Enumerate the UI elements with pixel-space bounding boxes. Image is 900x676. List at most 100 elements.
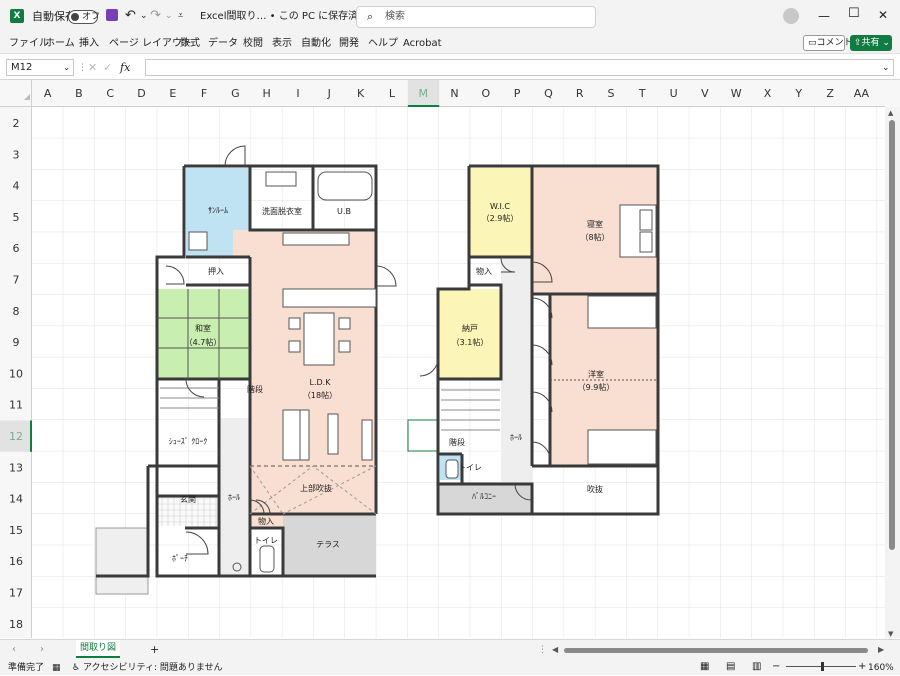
column-header-D[interactable]: D xyxy=(137,87,145,100)
row-header-15[interactable]: 15 xyxy=(9,524,23,537)
tab-acrobat[interactable]: Acrobat xyxy=(403,36,442,52)
maximize-icon[interactable]: ☐ xyxy=(848,6,860,22)
row-header-14[interactable]: 14 xyxy=(9,493,23,506)
zoom-slider[interactable] xyxy=(786,662,856,671)
close-icon[interactable]: ✕ xyxy=(878,7,888,23)
row-header-5[interactable]: 5 xyxy=(13,211,20,224)
column-header-O[interactable]: O xyxy=(481,87,490,100)
column-header-C[interactable]: C xyxy=(106,87,114,100)
column-header-B[interactable]: B xyxy=(75,87,83,100)
column-header-AA[interactable]: AA xyxy=(854,87,870,100)
row-header-6[interactable]: 6 xyxy=(13,242,20,255)
tab-formulas[interactable]: 数式 xyxy=(180,36,200,52)
search-box[interactable]: ⌕ 検索 xyxy=(356,6,596,28)
redo-icon[interactable]: ↷ xyxy=(150,8,161,24)
column-header-S[interactable]: S xyxy=(608,87,615,100)
column-header-F[interactable]: F xyxy=(201,87,207,100)
worksheet-grid[interactable]: ABCDEFGHIJKLMNOPQRSTUVWXYZAA 23456789101… xyxy=(0,80,900,638)
toilet2-fixture xyxy=(445,459,459,479)
row-header-11[interactable]: 11 xyxy=(9,399,23,412)
name-box[interactable]: M12 ⌄ xyxy=(6,59,74,76)
save-icon[interactable] xyxy=(106,9,118,21)
formula-input[interactable] xyxy=(145,59,894,76)
zoom-slider-thumb[interactable] xyxy=(821,662,824,671)
accessibility-status[interactable]: ♿ アクセシビリティ: 問題ありません xyxy=(72,660,223,676)
row-header-3[interactable]: 3 xyxy=(13,148,20,161)
row-header-17[interactable]: 17 xyxy=(9,587,23,600)
scroll-left-icon[interactable]: ◀ xyxy=(552,642,558,658)
enter-icon[interactable]: ✓ xyxy=(103,60,112,76)
column-header-K[interactable]: K xyxy=(357,87,365,100)
room-label-entrance: 玄関 xyxy=(180,494,196,504)
tab-automate[interactable]: 自動化 xyxy=(301,36,331,52)
column-header-J[interactable]: J xyxy=(327,87,331,100)
undo-icon[interactable]: ↶ xyxy=(125,8,136,24)
column-header-A[interactable]: A xyxy=(44,87,52,100)
column-header-L[interactable]: L xyxy=(389,87,396,100)
tab-developer[interactable]: 開発 xyxy=(339,36,359,52)
vertical-scroll-thumb[interactable] xyxy=(889,120,895,550)
column-header-Y[interactable]: Y xyxy=(794,87,802,100)
tab-view[interactable]: 表示 xyxy=(272,36,292,52)
tab-home[interactable]: ホーム xyxy=(45,36,75,52)
zoom-level[interactable]: 160% xyxy=(868,660,894,676)
column-header-G[interactable]: G xyxy=(231,87,240,100)
column-header-X[interactable]: X xyxy=(764,87,772,100)
scroll-right-icon[interactable]: ▶ xyxy=(878,642,884,658)
room-label-balcony: ﾊﾞﾙｺﾆｰ xyxy=(472,492,496,501)
normal-view-icon[interactable]: ▦ xyxy=(700,659,709,675)
comment-button[interactable]: ▭コメント xyxy=(803,35,853,51)
column-header-W[interactable]: W xyxy=(731,87,742,100)
undo-dropdown-icon[interactable]: ⌄ xyxy=(140,8,148,24)
autosave-toggle[interactable]: オフ xyxy=(68,10,100,24)
room-label-terrace: テラス xyxy=(316,540,340,549)
cancel-icon[interactable]: ✕ xyxy=(88,60,97,76)
share-button[interactable]: ⇪共有 ⌄ xyxy=(850,35,892,51)
file-title[interactable]: Excel間取り… • この PC に保存済み ⌄ xyxy=(200,9,380,25)
customize-qat-icon[interactable]: ⩡ xyxy=(178,8,183,24)
tab-file[interactable]: ファイル xyxy=(9,36,49,52)
column-header-Q[interactable]: Q xyxy=(544,87,553,100)
insert-function-button[interactable]: fx xyxy=(120,60,130,76)
column-header-V[interactable]: V xyxy=(701,87,709,100)
row-header-18[interactable]: 18 xyxy=(9,618,23,631)
room-label-ldk-size: （18帖） xyxy=(303,390,337,400)
expand-formula-icon[interactable]: ⌄ xyxy=(882,60,890,76)
column-header-I[interactable]: I xyxy=(296,87,299,100)
horizontal-scroll-thumb[interactable] xyxy=(564,648,868,653)
scroll-down-icon[interactable]: ▼ xyxy=(888,630,894,638)
row-header-9[interactable]: 9 xyxy=(13,336,20,349)
zoom-out-icon[interactable]: − xyxy=(772,659,780,675)
redo-dropdown-icon[interactable]: ⌄ xyxy=(165,8,173,24)
tab-review[interactable]: 校閲 xyxy=(243,36,263,52)
row-header-16[interactable]: 16 xyxy=(9,555,23,568)
next-sheet-icon[interactable]: › xyxy=(40,642,44,658)
page-layout-view-icon[interactable]: ▤ xyxy=(726,659,735,675)
macro-record-icon[interactable]: ▦ xyxy=(52,660,61,676)
column-header-E[interactable]: E xyxy=(169,87,176,100)
tab-insert[interactable]: 挿入 xyxy=(79,36,99,52)
account-avatar[interactable] xyxy=(783,8,799,24)
tab-help[interactable]: ヘルプ xyxy=(368,36,398,52)
row-header-10[interactable]: 10 xyxy=(9,367,23,380)
zoom-in-icon[interactable]: + xyxy=(858,659,866,675)
column-header-P[interactable]: P xyxy=(514,87,521,100)
row-header-4[interactable]: 4 xyxy=(13,180,20,193)
column-header-H[interactable]: H xyxy=(263,87,271,100)
add-sheet-icon[interactable]: + xyxy=(150,642,159,658)
row-header-7[interactable]: 7 xyxy=(13,274,20,287)
scroll-up-icon[interactable]: ▲ xyxy=(888,109,894,117)
column-header-Z[interactable]: Z xyxy=(826,87,834,100)
column-header-R[interactable]: R xyxy=(576,87,584,100)
row-header-2[interactable]: 2 xyxy=(13,117,20,130)
page-break-view-icon[interactable]: ▥ xyxy=(752,659,761,675)
tab-data[interactable]: データ xyxy=(208,36,238,52)
column-header-T[interactable]: T xyxy=(638,87,646,100)
minimize-icon[interactable]: — xyxy=(818,8,830,24)
prev-sheet-icon[interactable]: ‹ xyxy=(12,642,16,658)
column-header-N[interactable]: N xyxy=(450,87,458,100)
row-header-8[interactable]: 8 xyxy=(13,305,20,318)
row-header-13[interactable]: 13 xyxy=(9,461,23,474)
sheet-tab-active[interactable]: 間取り図 xyxy=(76,640,120,658)
column-header-U[interactable]: U xyxy=(670,87,678,100)
